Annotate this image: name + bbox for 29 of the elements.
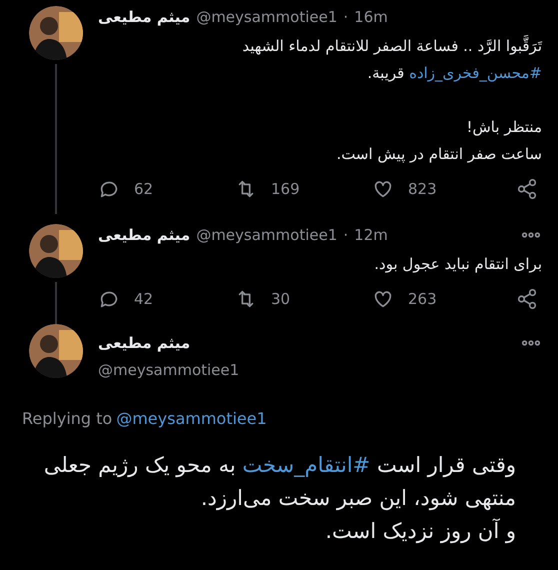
timestamp[interactable]: 12m [354,224,388,246]
username[interactable]: @meysammotiee1 [98,358,240,381]
share-icon[interactable] [516,288,538,310]
separator-dot: · [343,7,348,28]
avatar-icon[interactable] [29,324,83,378]
avatar-icon[interactable] [29,6,83,60]
hashtag-link[interactable]: #انتقام_سخت [242,453,370,477]
display-name[interactable]: میثم مطیعی [98,224,190,246]
separator-dot: · [343,225,348,246]
tweet-text: برای انتقام نباید عجول بود. [373,254,542,275]
reply-count: 62 [134,178,154,200]
tweet-text: تَرَقَّبوا الرَّد .. فساعة الصفر للانتقام لدماء الشهيد #محسن_فخری_زاده قريبة. منتظر باش! ساعت صفر انتقام در پیش است. [241,34,542,165]
tweet-text: وقتی قرار است #انتقام_سخت به محو یک رژیم جعلی منتهی شود، این صبر سخت می‌ارزد. و آن روز نزدیک است. [42,452,517,546]
like-count: 823 [408,178,437,200]
display-name[interactable]: میثم مطیعی [98,6,190,28]
username[interactable]: @meysammotiee1 [196,224,338,246]
retweet-count: 30 [271,288,290,310]
like-count: 263 [408,288,437,310]
share-icon[interactable] [516,178,538,200]
hashtag-link[interactable]: #محسن_فخری_زاده [409,64,542,82]
retweet-count: 169 [271,178,300,200]
reply-count: 42 [134,288,154,310]
mention-link[interactable]: @meysammotiee1 [116,407,267,431]
username[interactable]: @meysammotiee1 [196,6,338,28]
avatar-icon[interactable] [29,224,83,278]
display-name[interactable]: میثم مطیعی [98,332,190,354]
thread-line [55,282,57,324]
timestamp[interactable]: 16m [354,6,388,28]
replying-label: Replying to [22,408,112,430]
